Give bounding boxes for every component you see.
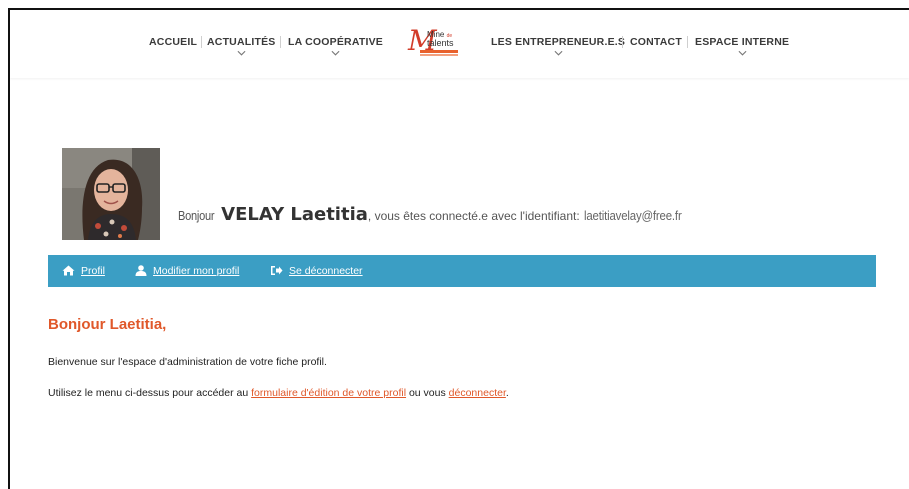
nav-item-label: LES ENTREPRENEUR.E.S	[491, 36, 626, 48]
chevron-down-icon	[738, 50, 747, 56]
chevron-down-icon	[554, 50, 563, 56]
profile-avatar	[62, 148, 160, 240]
welcome-title: Bonjour Laetitia,	[48, 316, 167, 333]
connected-text: , vous êtes connecté.e avec l'identifian…	[367, 209, 580, 223]
nav-item-label: ACTUALITÉS	[207, 36, 276, 48]
user-login: laetitiavelay@free.fr	[584, 208, 682, 223]
user-name: VELAY Laetitia	[221, 204, 368, 225]
nav-item-accueil[interactable]: ACCUEIL	[149, 36, 197, 48]
browser-viewport: ACCUEIL ACTUALITÉS LA COOPÉRATIVE M Mine…	[8, 8, 909, 489]
nav-separator	[622, 36, 623, 48]
nav-item-label: LA COOPÉRATIVE	[288, 36, 383, 48]
nav-item-la-cooperative[interactable]: LA COOPÉRATIVE	[288, 36, 383, 56]
edit-profile-form-link[interactable]: formulaire d'édition de votre profil	[251, 387, 406, 399]
mine-de-talents-logo[interactable]: M Mine de talents	[406, 26, 462, 62]
instructions-paragraph: Utilisez le menu ci-dessus pour accéder …	[48, 387, 509, 399]
menu-item-profil[interactable]: Profil	[62, 255, 105, 287]
menu-item-label: Profil	[81, 265, 105, 277]
chevron-down-icon	[331, 50, 340, 56]
home-icon	[62, 265, 75, 276]
logo-line2: talents	[427, 38, 454, 48]
menu-item-label: Modifier mon profil	[153, 265, 240, 277]
nav-separator	[280, 36, 281, 48]
menu-item-se-deconnecter[interactable]: Se déconnecter	[270, 255, 363, 287]
menu-item-modifier-profil[interactable]: Modifier mon profil	[135, 255, 239, 287]
main-navigation: ACCUEIL ACTUALITÉS LA COOPÉRATIVE M Mine…	[10, 10, 909, 78]
nav-item-espace-interne[interactable]: ESPACE INTERNE	[695, 36, 789, 56]
profile-menu-bar: Profil Modifier mon profil Se déconnecte…	[48, 255, 876, 287]
chevron-down-icon	[237, 50, 246, 56]
avatar-image	[62, 148, 160, 240]
instructions-text-before: Utilisez le menu ci-dessus pour accéder …	[48, 387, 252, 399]
sign-out-icon	[271, 265, 283, 275]
nav-item-label: ACCUEIL	[149, 36, 198, 48]
instructions-text-middle: ou vous	[406, 387, 449, 399]
greeting-hello: Bonjour	[178, 208, 215, 223]
nav-item-contact[interactable]: CONTACT	[630, 36, 682, 48]
menu-item-label: Se déconnecter	[289, 265, 363, 277]
nav-item-label: ESPACE INTERNE	[695, 36, 790, 48]
welcome-paragraph: Bienvenue sur l'espace d'administration …	[48, 356, 327, 368]
logo-underline-light	[420, 54, 458, 56]
logout-link[interactable]: déconnecter	[449, 387, 506, 399]
nav-item-label: CONTACT	[630, 36, 682, 48]
nav-separator	[687, 36, 688, 48]
nav-item-actualites[interactable]: ACTUALITÉS	[207, 36, 276, 56]
nav-separator	[201, 36, 202, 48]
nav-item-les-entrepreneurs[interactable]: LES ENTREPRENEUR.E.S	[491, 36, 625, 56]
profile-greeting: Bonjour VELAY Laetitia, vous êtes connec…	[178, 204, 695, 225]
logo-underline	[420, 50, 458, 53]
instructions-text-after: .	[505, 387, 509, 399]
user-icon	[135, 264, 147, 276]
